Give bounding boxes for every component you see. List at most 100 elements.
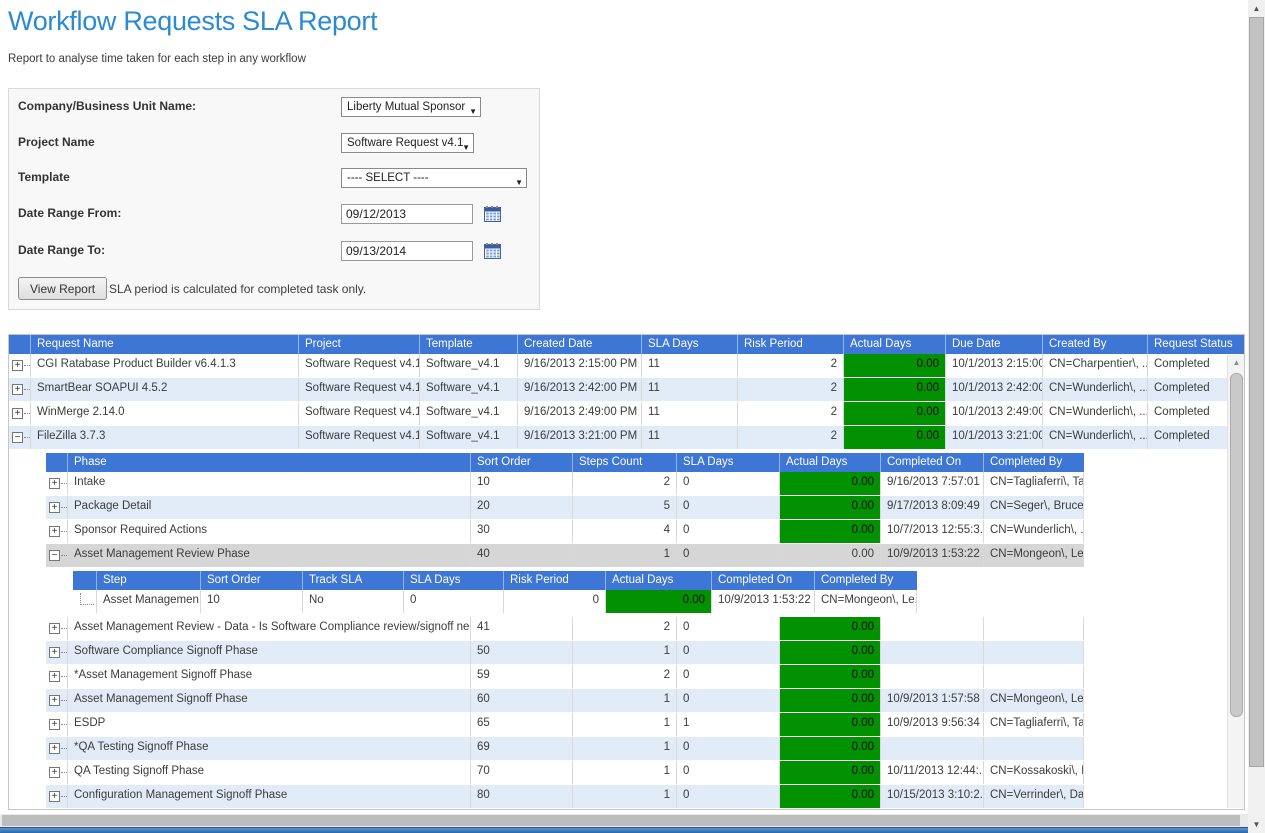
scroll-up-arrow-icon[interactable]: ▲	[1228, 355, 1245, 371]
request-row[interactable]: +SmartBear SOAPUI 4.5.2Software Request …	[9, 378, 1244, 402]
col-header-risk-period[interactable]: Risk Period	[504, 571, 606, 590]
cell-template: Software_v4.1	[420, 402, 518, 425]
col-header-actual-days[interactable]: Actual Days	[780, 453, 881, 472]
grid-scrollbar-thumb[interactable]	[1230, 373, 1243, 717]
dotted-connector	[24, 365, 30, 366]
col-header-template[interactable]: Template	[420, 335, 518, 354]
expand-plus-icon[interactable]: +	[49, 695, 60, 706]
cell-name: Intake	[68, 472, 471, 495]
phase-row[interactable]: +*QA Testing Signoff Phase69100.00	[9, 737, 1244, 761]
cell-completed-by: CN=Seger\, Bruce,...	[984, 496, 1084, 519]
col-header-sla-days[interactable]: SLA Days	[642, 335, 738, 354]
request-row[interactable]: −FileZilla 3.7.3Software Request v4.1Sof…	[9, 426, 1244, 450]
dotted-connector	[61, 772, 67, 773]
cell-completed-on	[881, 665, 984, 688]
cell-expander: +	[46, 737, 68, 760]
filter-panel: Company/Business Unit Name: Liberty Mutu…	[8, 88, 540, 310]
phase-row[interactable]: +Package Detail20500.009/17/2013 8:09:49…	[9, 496, 1244, 520]
expand-plus-icon[interactable]: +	[49, 719, 60, 730]
cell-sla-days: 0	[677, 520, 780, 543]
date-from-input[interactable]	[341, 204, 473, 224]
scroll-up-arrow-icon[interactable]: ▲	[1248, 0, 1265, 17]
date-to-label: Date Range To:	[18, 243, 105, 257]
col-header-request-name[interactable]: Request Name	[31, 335, 299, 354]
col-header-sort-order[interactable]: Sort Order	[201, 571, 303, 590]
cell-actual-days: 0.00	[780, 520, 881, 543]
expand-plus-icon[interactable]: +	[12, 408, 23, 419]
cell-completed-by: CN=Mongeon\, Le...	[984, 689, 1084, 712]
col-header-sla-days[interactable]: SLA Days	[677, 453, 780, 472]
page-scrollbar-thumb[interactable]	[1249, 17, 1264, 767]
col-header-sort-order[interactable]: Sort Order	[471, 453, 573, 472]
collapse-minus-icon[interactable]: −	[49, 550, 60, 561]
expand-plus-icon[interactable]: +	[49, 743, 60, 754]
indent-spacer	[9, 453, 46, 472]
expand-plus-icon[interactable]: +	[49, 623, 60, 634]
scroll-down-arrow-icon[interactable]: ▼	[1248, 816, 1265, 833]
horizontal-scrollbar[interactable]	[0, 814, 1248, 827]
request-row[interactable]: +WinMerge 2.14.0Software Request v4.1Sof…	[9, 402, 1244, 426]
col-header-completed-on[interactable]: Completed On	[881, 453, 984, 472]
horizontal-scrollbar-thumb[interactable]	[2, 815, 1240, 826]
col-header-completed-on[interactable]: Completed On	[712, 571, 815, 590]
cell-completed-by	[984, 665, 1084, 688]
template-select[interactable]: ---- SELECT ---- ▼	[341, 168, 527, 188]
expand-plus-icon[interactable]: +	[49, 478, 60, 489]
tree-branch-icon	[80, 593, 94, 605]
col-header-track-sla[interactable]: Track SLA	[303, 571, 404, 590]
cell-sort: 70	[471, 761, 573, 784]
phase-row[interactable]: +Asset Management Signoff Phase60100.001…	[9, 689, 1244, 713]
project-select[interactable]: Software Request v4.1 ▼	[341, 133, 474, 153]
col-header-due-date[interactable]: Due Date	[946, 335, 1043, 354]
cell-actual-days: 0.00	[780, 761, 881, 784]
calendar-icon[interactable]	[484, 243, 501, 264]
phase-row[interactable]: −Asset Management Review Phase40100.0010…	[9, 544, 1244, 568]
col-header-created-date[interactable]: Created Date	[518, 335, 642, 354]
phase-row[interactable]: +Configuration Management Signoff Phase8…	[9, 785, 1244, 809]
col-header-actual-days[interactable]: Actual Days	[844, 335, 946, 354]
col-header-completed-by[interactable]: Completed By	[815, 571, 917, 590]
col-header-sla-days[interactable]: SLA Days	[404, 571, 504, 590]
phase-row[interactable]: +Sponsor Required Actions30400.0010/7/20…	[9, 520, 1244, 544]
grid-vertical-scrollbar[interactable]: ▲	[1227, 355, 1244, 808]
cell-actual-days: 0.00	[780, 472, 881, 495]
phase-row[interactable]: +ESDP65110.0010/9/2013 9:56:34 ...CN=Tag…	[9, 713, 1244, 737]
expand-plus-icon[interactable]: +	[49, 526, 60, 537]
expand-plus-icon[interactable]: +	[49, 502, 60, 513]
company-select[interactable]: Liberty Mutual Sponsor ▼	[341, 97, 481, 117]
cell-expander: +	[9, 378, 31, 401]
expand-plus-icon[interactable]: +	[12, 384, 23, 395]
phase-row[interactable]: +Software Compliance Signoff Phase50100.…	[9, 641, 1244, 665]
expand-plus-icon[interactable]: +	[49, 647, 60, 658]
collapse-minus-icon[interactable]: −	[12, 432, 23, 443]
col-header-steps-count[interactable]: Steps Count	[573, 453, 677, 472]
cell-actual-days: 0.00	[780, 617, 881, 640]
cell-sort: 50	[471, 641, 573, 664]
calendar-icon[interactable]	[484, 206, 501, 227]
expander-column-header	[46, 453, 68, 472]
col-header-request-status[interactable]: Request Status	[1148, 335, 1244, 354]
col-header-step[interactable]: Step	[97, 571, 201, 590]
phase-row[interactable]: +Intake10200.009/16/2013 7:57:01 ...CN=T…	[9, 472, 1244, 496]
dotted-connector	[24, 413, 30, 414]
step-row[interactable]: Asset Managemen...10No000.0010/9/2013 1:…	[9, 590, 1244, 614]
view-report-button[interactable]: View Report	[18, 277, 107, 300]
expand-plus-icon[interactable]: +	[49, 791, 60, 802]
col-header-actual-days[interactable]: Actual Days	[606, 571, 712, 590]
dotted-connector	[61, 748, 67, 749]
col-header-created-by[interactable]: Created By	[1043, 335, 1148, 354]
expand-plus-icon[interactable]: +	[49, 671, 60, 682]
phase-row[interactable]: +QA Testing Signoff Phase70100.0010/11/2…	[9, 761, 1244, 785]
col-header-completed-by[interactable]: Completed By	[984, 453, 1084, 472]
expand-plus-icon[interactable]: +	[49, 767, 60, 778]
col-header-project[interactable]: Project	[299, 335, 420, 354]
phase-row[interactable]: +*Asset Management Signoff Phase59200.00	[9, 665, 1244, 689]
col-header-phase[interactable]: Phase	[68, 453, 471, 472]
col-header-risk-period[interactable]: Risk Period	[738, 335, 844, 354]
request-row[interactable]: +CGI Ratabase Product Builder v6.4.1.3So…	[9, 354, 1244, 378]
expand-plus-icon[interactable]: +	[12, 360, 23, 371]
cell-completed-on: 10/7/2013 12:55:3...	[881, 520, 984, 543]
phase-row[interactable]: +Asset Management Review - Data - Is Sof…	[9, 617, 1244, 641]
date-to-input[interactable]	[341, 241, 473, 261]
page-vertical-scrollbar[interactable]: ▲ ▼	[1248, 0, 1265, 833]
